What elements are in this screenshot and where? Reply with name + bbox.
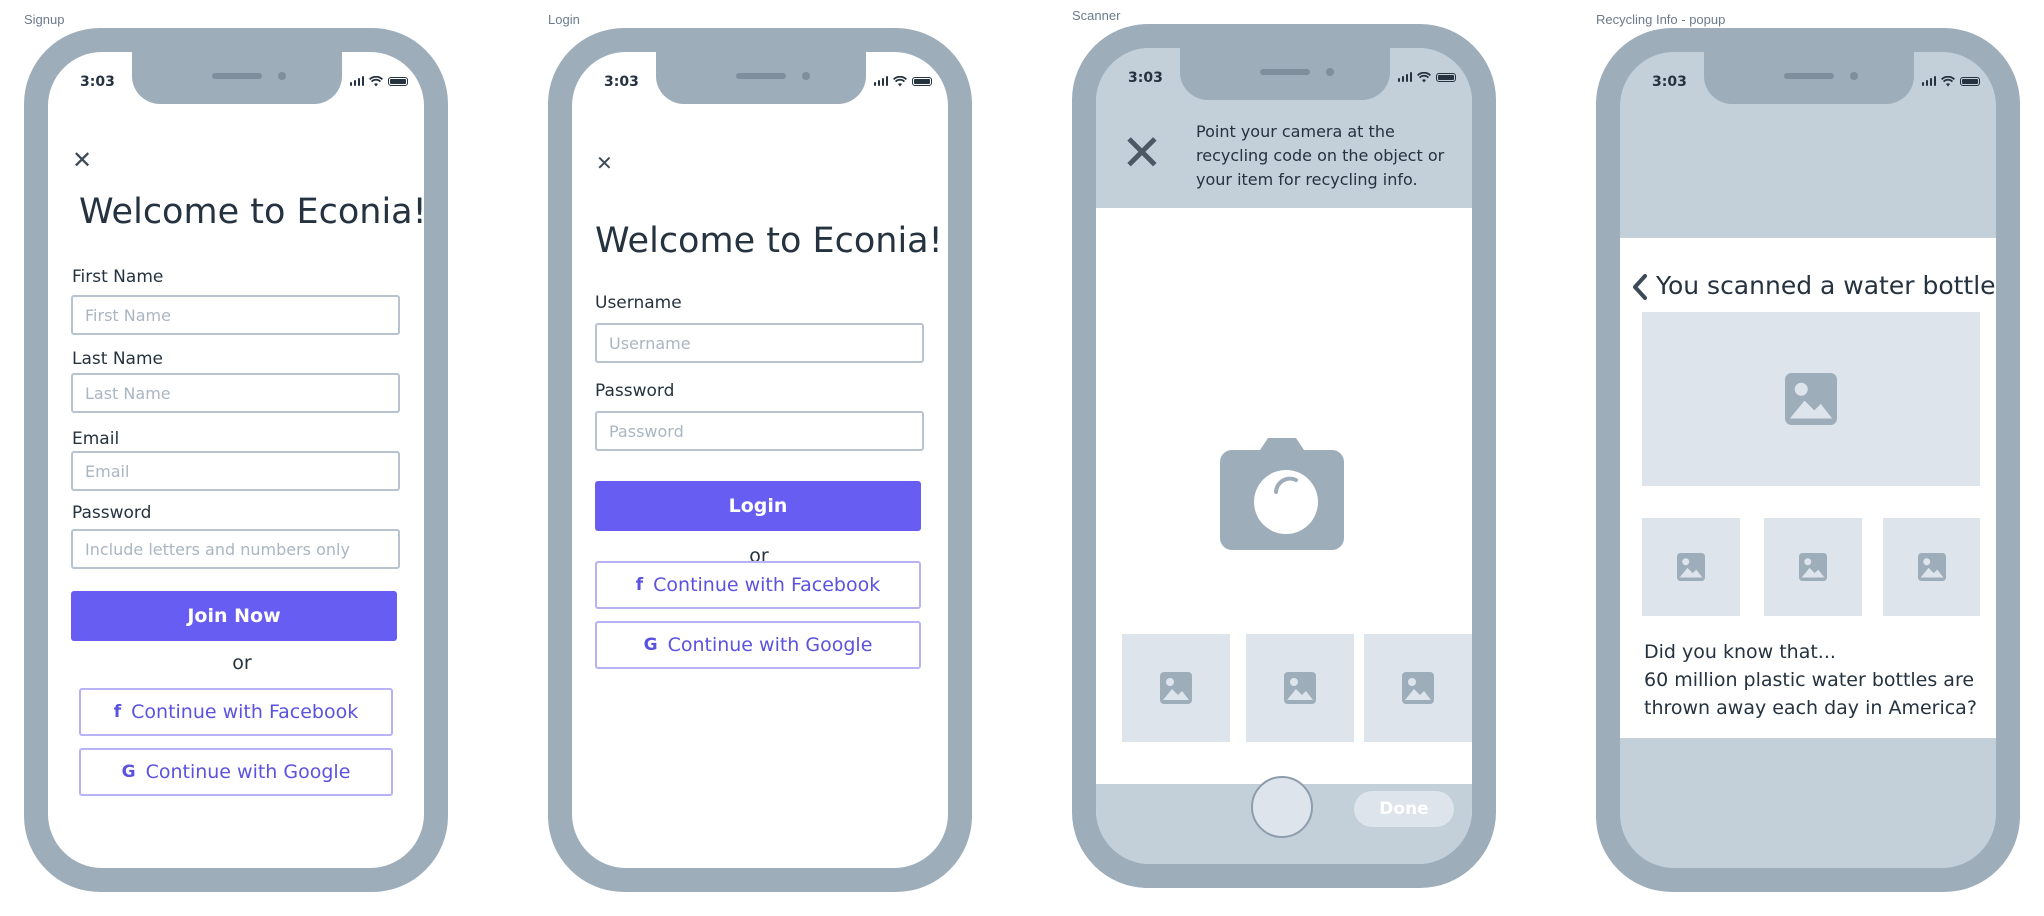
recycling-phone: 3:03 You scanned a water bottle Did you … (1596, 28, 2020, 892)
battery-icon (1436, 72, 1456, 82)
status-icons (873, 74, 932, 88)
thumbnail-2[interactable] (1764, 518, 1862, 616)
username-input[interactable] (595, 323, 924, 363)
image-placeholder-icon (1785, 373, 1837, 425)
status-icons (349, 74, 408, 88)
status-time: 3:03 (1128, 70, 1163, 86)
done-button[interactable]: Done (1354, 791, 1454, 827)
google-icon: G (121, 762, 136, 782)
close-icon[interactable]: ✕ (1121, 128, 1163, 178)
username-label: Username (595, 293, 682, 313)
login-screen: 3:03 ✕ Welcome to Econia! Username Passw… (572, 52, 948, 868)
notch (132, 52, 342, 104)
fun-fact-intro: Did you know that... (1644, 641, 1836, 663)
shutter-button[interactable] (1251, 776, 1313, 838)
close-icon[interactable]: ✕ (596, 153, 613, 173)
scanner-instruction: Point your camera at the recycling code … (1196, 122, 1445, 189)
popup-heading: You scanned a water bottle (1656, 271, 1996, 300)
wifi-icon (1941, 75, 1955, 86)
signup-phone: 3:03 ✕ Welcome to Econia! First Name Las… (24, 28, 448, 892)
notch (1180, 48, 1390, 100)
signup-screen: 3:03 ✕ Welcome to Econia! First Name Las… (48, 52, 424, 868)
status-icons (1921, 74, 1980, 88)
speaker (1784, 73, 1834, 79)
last-name-input[interactable] (71, 373, 400, 413)
page-title: Welcome to Econia! (79, 192, 424, 232)
frame-label-recycling: Recycling Info - popup (1596, 12, 1726, 27)
notch (1704, 52, 1914, 104)
continue-facebook-button[interactable]: f Continue with Facebook (79, 688, 393, 736)
status-time: 3:03 (80, 74, 115, 90)
signal-icon (349, 76, 364, 86)
frame-label-login: Login (548, 12, 580, 27)
email-label: Email (72, 429, 120, 449)
battery-icon (388, 76, 408, 86)
notch (656, 52, 866, 104)
signal-icon (873, 76, 888, 86)
close-icon[interactable]: ✕ (72, 148, 92, 172)
facebook-button-label: Continue with Facebook (653, 574, 881, 596)
scanner-screen: 3:03 ✕ Point your camera at the recyclin… (1096, 48, 1472, 864)
battery-icon (912, 76, 932, 86)
google-icon: G (643, 635, 658, 655)
speaker (212, 73, 262, 79)
first-name-input[interactable] (71, 295, 400, 335)
image-placeholder-icon (1799, 553, 1827, 581)
image-placeholder-icon (1402, 672, 1434, 704)
image-placeholder-icon (1284, 672, 1316, 704)
front-camera (1326, 68, 1334, 76)
battery-icon (1960, 76, 1980, 86)
email-input[interactable] (71, 451, 400, 491)
speaker (1260, 69, 1310, 75)
front-camera (1850, 72, 1858, 80)
password-label: Password (72, 503, 152, 523)
thumbnail-3[interactable] (1883, 518, 1980, 616)
continue-facebook-button[interactable]: f Continue with Facebook (595, 561, 921, 609)
status-time: 3:03 (1652, 74, 1687, 90)
scanner-phone: 3:03 ✕ Point your camera at the recyclin… (1072, 24, 1496, 888)
password-input[interactable] (595, 411, 924, 451)
fun-fact-body: 60 million plastic water bottles are thr… (1644, 669, 1977, 719)
recycling-screen: 3:03 You scanned a water bottle Did you … (1620, 52, 1996, 868)
thumbnail-1[interactable] (1642, 518, 1740, 616)
image-placeholder-icon (1677, 553, 1705, 581)
facebook-icon: f (113, 702, 122, 722)
captured-image-1[interactable] (1122, 634, 1230, 742)
login-button[interactable]: Login (595, 481, 921, 531)
facebook-icon: f (635, 575, 644, 595)
password-input[interactable] (71, 529, 400, 569)
frame-label-scanner: Scanner (1072, 8, 1121, 23)
image-placeholder-icon (1917, 553, 1946, 581)
speaker (736, 73, 786, 79)
front-camera (278, 72, 286, 80)
google-button-label: Continue with Google (667, 634, 873, 656)
signal-icon (1921, 76, 1936, 86)
facebook-button-label: Continue with Facebook (131, 701, 359, 723)
wifi-icon (1417, 71, 1431, 82)
google-button-label: Continue with Google (145, 761, 351, 783)
chevron-left-icon[interactable] (1632, 274, 1648, 300)
captured-image-2[interactable] (1246, 634, 1354, 742)
image-placeholder-icon (1160, 672, 1192, 704)
camera-icon[interactable] (1220, 436, 1344, 552)
frame-label-signup: Signup (24, 12, 65, 27)
page-title: Welcome to Econia! (595, 221, 943, 261)
or-divider: or (232, 652, 252, 674)
password-label: Password (595, 381, 675, 401)
status-icons (1397, 70, 1456, 84)
continue-google-button[interactable]: G Continue with Google (595, 621, 921, 669)
wifi-icon (369, 75, 383, 86)
captured-image-3[interactable] (1364, 634, 1472, 742)
wifi-icon (893, 75, 907, 86)
front-camera (802, 72, 810, 80)
login-phone: 3:03 ✕ Welcome to Econia! Username Passw… (548, 28, 972, 892)
main-product-image (1642, 312, 1980, 486)
last-name-label: Last Name (72, 349, 163, 369)
status-time: 3:03 (604, 74, 639, 90)
first-name-label: First Name (72, 267, 164, 287)
continue-google-button[interactable]: G Continue with Google (79, 748, 393, 796)
join-now-button[interactable]: Join Now (71, 591, 397, 641)
signal-icon (1397, 72, 1412, 82)
